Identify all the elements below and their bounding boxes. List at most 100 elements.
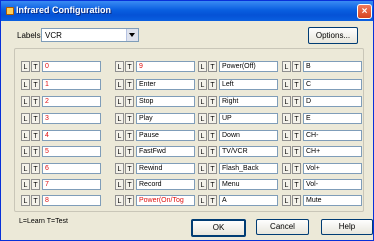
learn-button[interactable]: L: [115, 130, 124, 141]
test-button[interactable]: T: [208, 61, 217, 72]
learn-button[interactable]: L: [198, 96, 207, 107]
learn-button[interactable]: L: [282, 96, 291, 107]
test-button[interactable]: T: [208, 195, 217, 206]
learn-button[interactable]: L: [21, 146, 30, 157]
code-label-field[interactable]: A: [219, 195, 278, 206]
learn-button[interactable]: L: [198, 179, 207, 190]
test-button[interactable]: T: [125, 179, 134, 190]
learn-button[interactable]: L: [282, 146, 291, 157]
test-button[interactable]: T: [208, 146, 217, 157]
test-button[interactable]: T: [125, 146, 134, 157]
test-button[interactable]: T: [292, 146, 301, 157]
test-button[interactable]: T: [31, 195, 40, 206]
test-button[interactable]: T: [31, 146, 40, 157]
learn-button[interactable]: L: [282, 163, 291, 174]
test-button[interactable]: T: [208, 163, 217, 174]
learn-button[interactable]: L: [115, 61, 124, 72]
code-label-field[interactable]: Vol+: [303, 163, 362, 174]
code-label-field[interactable]: FastFwd: [136, 146, 195, 157]
code-label-field[interactable]: Rewind: [136, 163, 195, 174]
learn-button[interactable]: L: [198, 130, 207, 141]
learn-button[interactable]: L: [115, 96, 124, 107]
test-button[interactable]: T: [125, 130, 134, 141]
learn-button[interactable]: L: [21, 96, 30, 107]
options-button[interactable]: Options...: [308, 27, 358, 44]
title-bar[interactable]: Infrared Configuration ×: [1, 1, 373, 21]
learn-button[interactable]: L: [115, 179, 124, 190]
labels-dropdown[interactable]: VCR: [41, 28, 139, 42]
test-button[interactable]: T: [31, 179, 40, 190]
code-label-field[interactable]: Left: [219, 79, 278, 90]
test-button[interactable]: T: [31, 163, 40, 174]
code-label-field[interactable]: 6: [42, 163, 101, 174]
test-button[interactable]: T: [292, 163, 301, 174]
test-button[interactable]: T: [292, 79, 301, 90]
code-label-field[interactable]: 0: [42, 61, 101, 72]
test-button[interactable]: T: [31, 79, 40, 90]
learn-button[interactable]: L: [198, 113, 207, 124]
code-label-field[interactable]: 4: [42, 130, 101, 141]
code-label-field[interactable]: Power(On/Tog: [136, 195, 195, 206]
code-label-field[interactable]: D: [303, 96, 362, 107]
learn-button[interactable]: L: [115, 146, 124, 157]
test-button[interactable]: T: [31, 113, 40, 124]
learn-button[interactable]: L: [282, 130, 291, 141]
test-button[interactable]: T: [292, 96, 301, 107]
code-label-field[interactable]: Play: [136, 113, 195, 124]
code-label-field[interactable]: 9: [136, 61, 195, 72]
test-button[interactable]: T: [208, 79, 217, 90]
test-button[interactable]: T: [125, 195, 134, 206]
test-button[interactable]: T: [292, 130, 301, 141]
test-button[interactable]: T: [292, 113, 301, 124]
test-button[interactable]: T: [31, 61, 40, 72]
code-label-field[interactable]: 5: [42, 146, 101, 157]
code-label-field[interactable]: Record: [136, 179, 195, 190]
learn-button[interactable]: L: [21, 61, 30, 72]
code-label-field[interactable]: Flash_Back: [219, 163, 278, 174]
code-label-field[interactable]: CH-: [303, 130, 362, 141]
test-button[interactable]: T: [292, 195, 301, 206]
code-label-field[interactable]: Menu: [219, 179, 278, 190]
test-button[interactable]: T: [125, 113, 134, 124]
test-button[interactable]: T: [208, 179, 217, 190]
learn-button[interactable]: L: [21, 113, 30, 124]
cancel-button[interactable]: Cancel: [256, 219, 309, 235]
code-label-field[interactable]: C: [303, 79, 362, 90]
test-button[interactable]: T: [125, 96, 134, 107]
test-button[interactable]: T: [208, 96, 217, 107]
test-button[interactable]: T: [208, 113, 217, 124]
close-button[interactable]: ×: [357, 4, 372, 19]
learn-button[interactable]: L: [115, 79, 124, 90]
learn-button[interactable]: L: [21, 79, 30, 90]
learn-button[interactable]: L: [115, 195, 124, 206]
code-label-field[interactable]: Enter: [136, 79, 195, 90]
code-label-field[interactable]: 2: [42, 96, 101, 107]
code-label-field[interactable]: Vol-: [303, 179, 362, 190]
code-label-field[interactable]: Pause: [136, 130, 195, 141]
code-label-field[interactable]: Down: [219, 130, 278, 141]
learn-button[interactable]: L: [282, 79, 291, 90]
learn-button[interactable]: L: [282, 61, 291, 72]
code-label-field[interactable]: 7: [42, 179, 101, 190]
test-button[interactable]: T: [208, 130, 217, 141]
help-button[interactable]: Help: [321, 219, 373, 235]
learn-button[interactable]: L: [21, 163, 30, 174]
ok-button[interactable]: OK: [191, 219, 246, 237]
chevron-down-icon[interactable]: [126, 29, 138, 41]
code-label-field[interactable]: 3: [42, 113, 101, 124]
code-label-field[interactable]: UP: [219, 113, 278, 124]
test-button[interactable]: T: [31, 130, 40, 141]
learn-button[interactable]: L: [282, 113, 291, 124]
test-button[interactable]: T: [292, 179, 301, 190]
learn-button[interactable]: L: [198, 146, 207, 157]
test-button[interactable]: T: [31, 96, 40, 107]
learn-button[interactable]: L: [21, 195, 30, 206]
learn-button[interactable]: L: [282, 179, 291, 190]
learn-button[interactable]: L: [198, 79, 207, 90]
learn-button[interactable]: L: [115, 113, 124, 124]
code-label-field[interactable]: TV/VCR: [219, 146, 278, 157]
code-label-field[interactable]: Mute: [303, 195, 362, 206]
code-label-field[interactable]: E: [303, 113, 362, 124]
code-label-field[interactable]: 8: [42, 195, 101, 206]
code-label-field[interactable]: Stop: [136, 96, 195, 107]
